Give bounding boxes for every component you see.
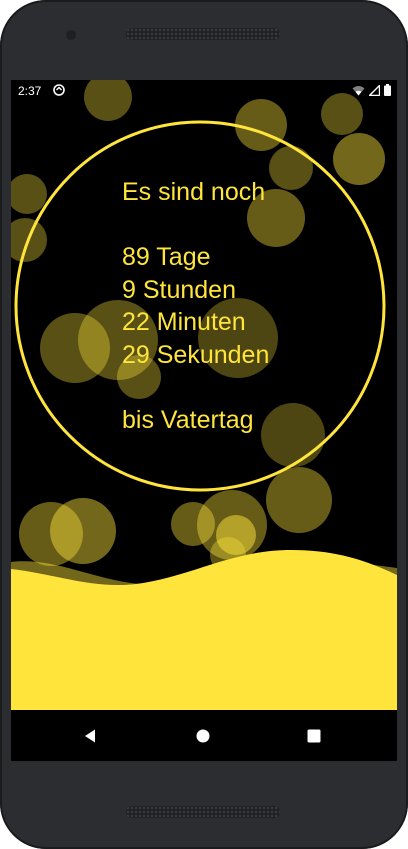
bokeh-bubble bbox=[11, 174, 47, 214]
countdown-outro: bis Vatertag bbox=[122, 405, 254, 434]
countdown-seconds: 29 Sekunden bbox=[122, 340, 270, 369]
screen: 2:37 Es sind noch 89 Tage 9 Stunden 22 M… bbox=[11, 80, 397, 761]
status-icons bbox=[352, 84, 391, 96]
back-icon[interactable] bbox=[82, 727, 100, 745]
phone-frame: 2:37 Es sind noch 89 Tage 9 Stunden 22 M… bbox=[0, 0, 408, 849]
signal-icon bbox=[369, 84, 380, 96]
app-notification-icon bbox=[53, 84, 65, 96]
countdown-days: 89 Tage bbox=[122, 243, 211, 271]
countdown-intro: Es sind noch bbox=[122, 178, 266, 206]
bokeh-bubble bbox=[235, 99, 287, 151]
bokeh-bubble bbox=[261, 403, 325, 467]
front-camera bbox=[66, 30, 76, 40]
recents-icon[interactable] bbox=[305, 727, 323, 745]
countdown-text: Es sind noch 89 Tage 9 Stunden 22 Minute… bbox=[122, 176, 269, 436]
wifi-icon bbox=[352, 85, 365, 95]
bokeh-bubble bbox=[269, 146, 313, 190]
bokeh-bubble bbox=[266, 467, 332, 533]
home-icon[interactable] bbox=[194, 727, 212, 745]
bokeh-bubble bbox=[333, 133, 385, 185]
bottom-speaker bbox=[126, 806, 280, 818]
navigation-bar bbox=[11, 710, 397, 761]
countdown-hours: 9 Stunden bbox=[122, 275, 236, 304]
countdown-minutes: 22 Minuten bbox=[122, 308, 246, 336]
status-bar: 2:37 bbox=[11, 80, 397, 102]
bokeh-bubble bbox=[19, 502, 83, 566]
status-time: 2:37 bbox=[18, 84, 42, 98]
battery-icon bbox=[384, 84, 391, 96]
top-speaker bbox=[126, 28, 280, 40]
